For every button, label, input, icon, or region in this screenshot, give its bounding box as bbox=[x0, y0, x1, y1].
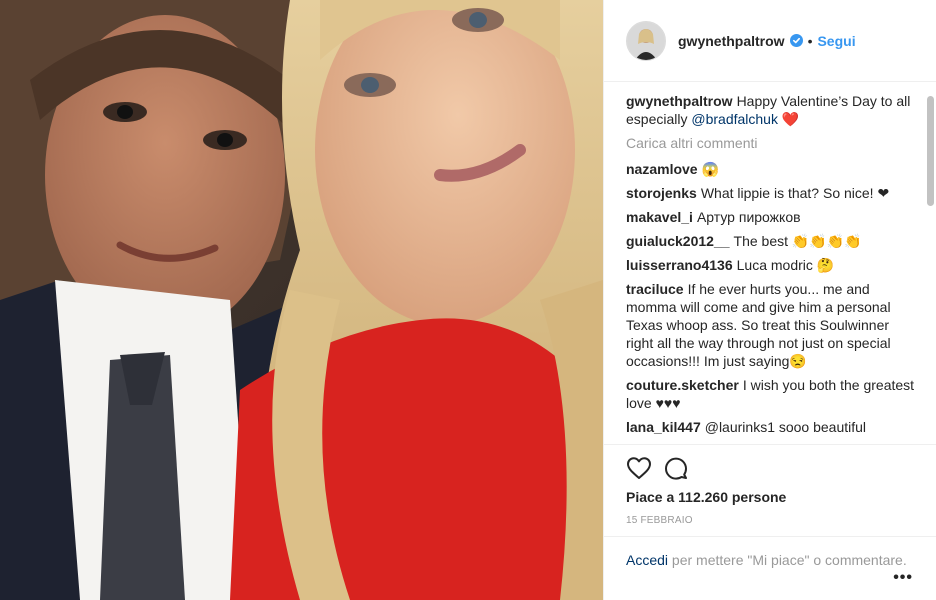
post-modal: gwynethpaltrow • Segui gwynethpaltrow Hap… bbox=[0, 0, 936, 600]
comment-username[interactable]: couture.sketcher bbox=[626, 377, 739, 393]
speech-bubble-icon bbox=[665, 457, 687, 480]
comment-item: nazamlove 😱 bbox=[626, 160, 919, 178]
post-actions: Piace a 112.260 persone 15 FEBBRAIO bbox=[604, 444, 936, 526]
comment-username[interactable]: guialuck2012__ bbox=[626, 233, 730, 249]
post-date[interactable]: 15 FEBBRAIO bbox=[626, 515, 919, 526]
selfie-photo-illustration bbox=[0, 0, 603, 600]
comment-username[interactable]: lana_kil447 bbox=[626, 419, 701, 435]
post-author-username[interactable]: gwynethpaltrow bbox=[678, 33, 785, 49]
comment-username[interactable]: storojenks bbox=[626, 185, 697, 201]
comment-item: luisserrano4136 Luca modric 🤔 bbox=[626, 256, 919, 274]
comment-username[interactable]: nazamlove bbox=[626, 161, 698, 177]
likes-count[interactable]: Piace a 112.260 persone bbox=[626, 489, 919, 505]
comment-text: What lippie is that? So nice! ❤ bbox=[700, 185, 890, 201]
comment-text: The best 👏👏👏👏 bbox=[733, 233, 862, 249]
post-side-panel: gwynethpaltrow • Segui gwynethpaltrow Hap… bbox=[603, 0, 936, 600]
post-photo[interactable] bbox=[0, 0, 603, 600]
like-button[interactable] bbox=[626, 453, 656, 483]
follow-button[interactable]: Segui bbox=[817, 33, 855, 49]
post-header: gwynethpaltrow • Segui bbox=[604, 0, 936, 82]
more-options-button[interactable]: ••• bbox=[893, 569, 913, 587]
comment-button[interactable] bbox=[664, 453, 694, 483]
comment-item: traciluce If he ever hurts you... me and … bbox=[626, 280, 919, 370]
comment-text: @laurinks1 sooo beautiful bbox=[704, 419, 867, 435]
comments-list[interactable]: gwynethpaltrow Happy Valentine’s Day to a… bbox=[604, 82, 936, 444]
avatar[interactable] bbox=[626, 20, 666, 61]
comment-username[interactable]: luisserrano4136 bbox=[626, 257, 733, 273]
comment-text: 😱 bbox=[701, 161, 720, 177]
comments-scrollbar[interactable] bbox=[927, 96, 934, 206]
login-link[interactable]: Accedi bbox=[626, 552, 668, 568]
comment-text: Артур пирожков bbox=[696, 209, 801, 225]
login-prompt-text: per mettere "Mi piace" o commentare. bbox=[671, 552, 907, 568]
comment-item: storojenks What lippie is that? So nice! … bbox=[626, 184, 919, 202]
comment-item: lana_kil447 @laurinks1 sooo beautiful bbox=[626, 418, 919, 436]
load-more-comments-button[interactable]: Carica altri commenti bbox=[626, 134, 919, 152]
comment-item: guialuck2012__ The best 👏👏👏👏 bbox=[626, 232, 919, 250]
comment-username[interactable]: makavel_i bbox=[626, 209, 693, 225]
caption: gwynethpaltrow Happy Valentine’s Day to a… bbox=[626, 92, 919, 128]
comment-item: couture.sketcher I wish you both the grea… bbox=[626, 376, 919, 412]
caption-username[interactable]: gwynethpaltrow bbox=[626, 93, 733, 109]
comment-username[interactable]: traciluce bbox=[626, 281, 684, 297]
action-icons bbox=[626, 453, 919, 483]
avatar-image bbox=[627, 21, 665, 60]
header-separator: • bbox=[807, 32, 813, 49]
caption-mention[interactable]: @bradfalchuk bbox=[691, 111, 778, 127]
comment-item: makavel_i Артур пирожков bbox=[626, 208, 919, 226]
verified-badge-icon bbox=[789, 34, 803, 47]
caption-emoji: ❤️ bbox=[781, 111, 800, 127]
login-prompt: Accedi per mettere "Mi piace" o commenta… bbox=[604, 536, 936, 600]
heart-outline-icon bbox=[627, 457, 651, 479]
comment-text: Luca modric 🤔 bbox=[736, 257, 835, 273]
